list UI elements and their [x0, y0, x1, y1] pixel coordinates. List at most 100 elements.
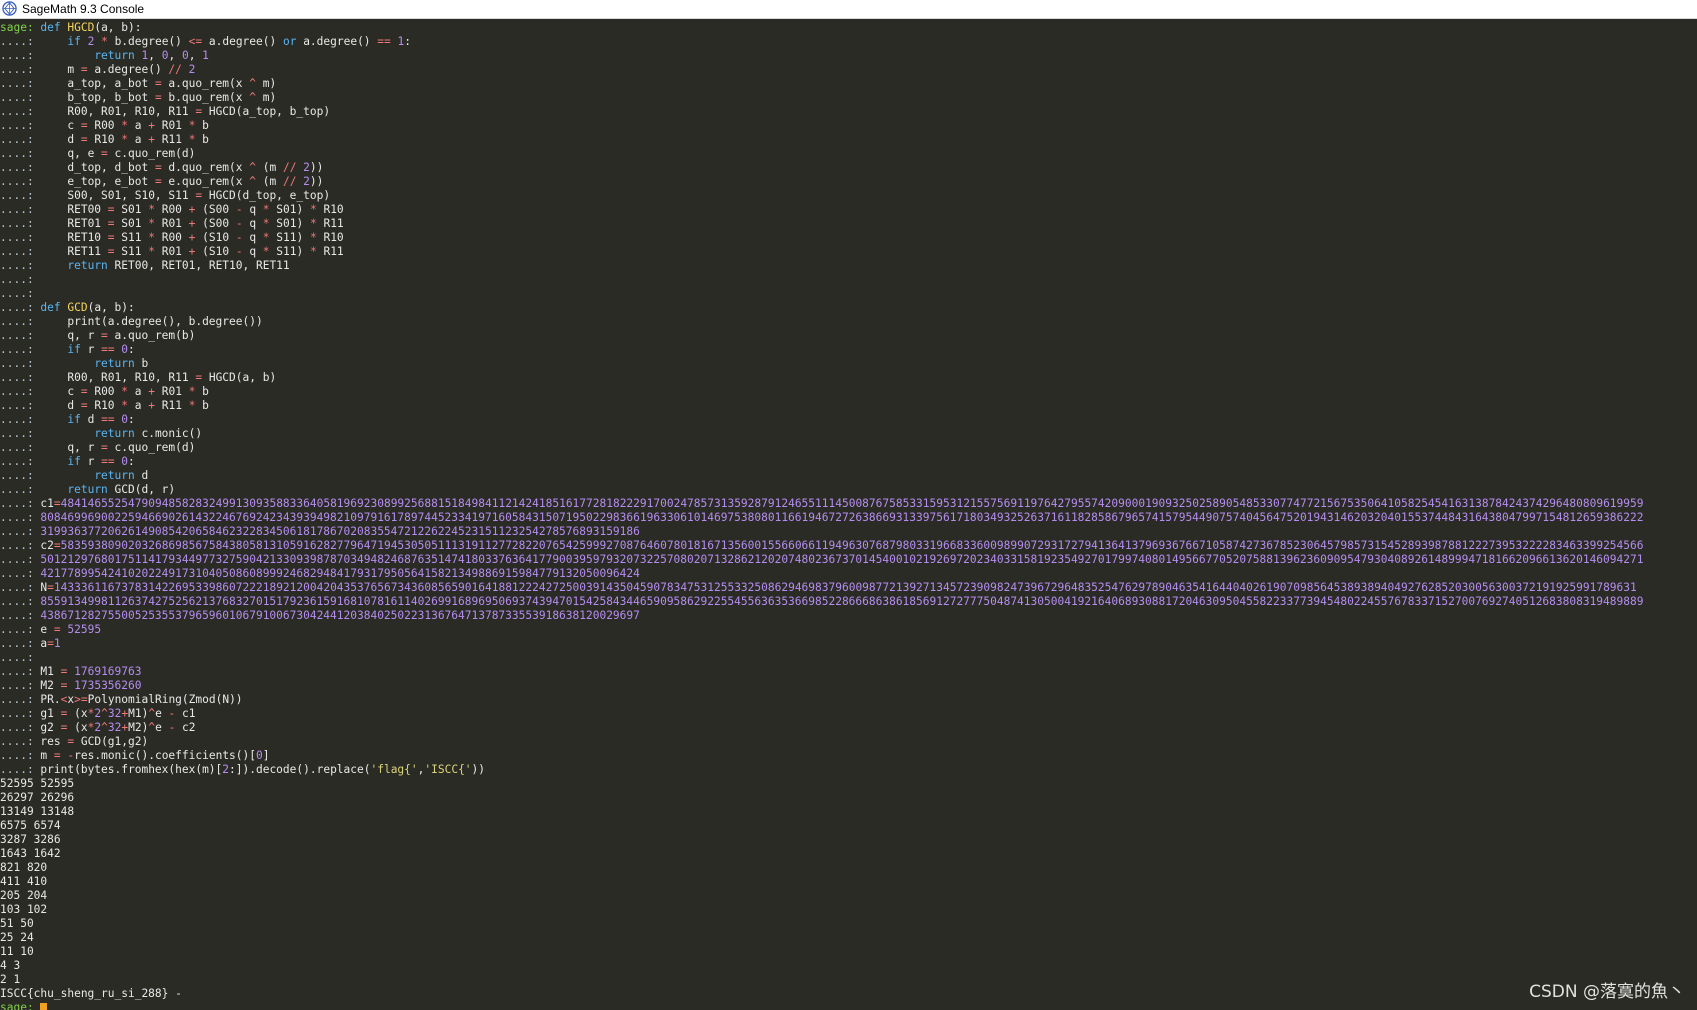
code-token: =: [107, 245, 122, 258]
code-token: S01: [121, 217, 149, 230]
code-token: )): [309, 175, 324, 188]
prompt-token: ....:: [0, 175, 41, 188]
code-line: ....:: [0, 273, 1697, 287]
code-token: S11): [276, 245, 310, 258]
code-token: def: [40, 301, 68, 314]
input-prompt-line[interactable]: sage:: [0, 1001, 1697, 1010]
code-token: (S00: [202, 203, 236, 216]
code-token: c.quo_rem(d): [114, 147, 196, 160]
code-token: R11: [161, 133, 189, 146]
code-line: ....:: [0, 287, 1697, 301]
code-token: c2: [40, 539, 54, 552]
code-token: S11): [276, 231, 310, 244]
code-token: =: [60, 721, 75, 734]
code-token: R10: [94, 133, 122, 146]
code-line: ....: e_top, e_bot = e.quo_rem(x ^ (m //…: [0, 175, 1697, 189]
code-line: ....: e = 52595: [0, 623, 1697, 637]
prompt-token: ....:: [0, 707, 41, 720]
prompt-token: ....:: [0, 259, 41, 272]
window-title-bar[interactable]: SageMath 9.3 Console: [0, 0, 1697, 19]
code-token: :]).decode().replace(: [229, 763, 371, 776]
code-token: c: [40, 385, 81, 398]
code-token: M2): [128, 721, 149, 734]
code-token: =: [80, 385, 95, 398]
code-token: ^: [249, 175, 263, 188]
code-line: ....: 4386712827550052535537965960106791…: [0, 609, 1697, 623]
code-token: c.quo_rem(d): [114, 441, 196, 454]
prompt-token: ....:: [0, 483, 41, 496]
code-token: r: [87, 455, 102, 468]
code-token: R00, R01, R10, R11: [40, 105, 196, 118]
code-token: *: [121, 119, 135, 132]
prompt-token: ....:: [0, 133, 41, 146]
code-token: ^: [101, 721, 108, 734]
prompt-token: ....:: [0, 679, 41, 692]
code-token: b: [202, 385, 209, 398]
output-line: 821 820: [0, 861, 48, 874]
output-line: 103 102: [0, 903, 48, 916]
code-line: ....: RET11 = S11 * R01 + (S10 - q * S11…: [0, 245, 1697, 259]
code-token: =: [67, 735, 81, 748]
code-token: ,: [168, 49, 182, 62]
code-token: HGCD(a, b): [208, 371, 277, 384]
code-token: return: [67, 483, 115, 496]
code-token: a: [134, 385, 149, 398]
code-token: ^: [249, 77, 263, 90]
code-token: a.degree(): [208, 35, 283, 48]
code-token: ^: [249, 91, 263, 104]
code-line: ....: if r == 0:: [0, 343, 1697, 357]
code-line: ....: return RET00, RET01, RET10, RET11: [0, 259, 1697, 273]
prompt-token: ....:: [0, 693, 41, 706]
code-token: 1: [53, 637, 61, 650]
code-token: return: [94, 469, 142, 482]
code-token: b.degree(): [114, 35, 189, 48]
code-token: R00: [94, 385, 122, 398]
code-token: R00: [161, 231, 189, 244]
code-token: RET01: [40, 217, 108, 230]
code-token: //: [282, 175, 304, 188]
code-token: =: [107, 231, 122, 244]
code-token: 8559134998112637427525621376832701517923…: [40, 595, 1644, 608]
code-token: *: [309, 245, 324, 258]
code-token: *: [188, 385, 203, 398]
code-token: M1: [40, 665, 61, 678]
prompt-token: ....:: [0, 469, 41, 482]
code-token: 4841465525479094858283249913093588336405…: [60, 497, 1644, 510]
code-token: def: [40, 21, 68, 34]
code-line: ....: N=14333611673783142269533986072221…: [0, 581, 1697, 595]
code-token: e: [40, 623, 54, 636]
code-token: a.quo_rem(b): [114, 329, 196, 342]
code-line: ....: return b: [0, 357, 1697, 371]
code-token: RET10: [40, 231, 108, 244]
code-token: m: [40, 749, 54, 762]
prompt-token: ....:: [0, 427, 41, 440]
code-token: *: [148, 203, 162, 216]
code-line: ....: 5012129768017511417934497732759042…: [0, 553, 1697, 567]
code-token: GCD(d, r): [114, 483, 176, 496]
console-output-area[interactable]: sage: def HGCD(a, b):....: if 2 * b.degr…: [0, 21, 1697, 1010]
code-token: PolynomialRing(Zmod(N)): [87, 693, 243, 706]
code-token: *: [121, 385, 135, 398]
code-token: )): [471, 763, 486, 776]
csdn-watermark: CSDN @落寞的魚丶: [1529, 982, 1685, 1002]
code-token: +: [148, 133, 162, 146]
code-token: GCD(g1,g2): [80, 735, 149, 748]
code-token: *: [148, 217, 162, 230]
code-token: -: [235, 231, 250, 244]
code-line: ....: 4217789954241020224917310405086089…: [0, 567, 1697, 581]
code-token: R11: [323, 217, 344, 230]
text-cursor[interactable]: [40, 1002, 48, 1010]
code-token: =: [154, 91, 169, 104]
code-token: 32: [107, 707, 122, 720]
prompt-token: ....:: [0, 245, 41, 258]
prompt-token: ....:: [0, 231, 41, 244]
code-token: m): [262, 91, 277, 104]
code-line: ....: M2 = 1735356260: [0, 679, 1697, 693]
code-token: =: [101, 147, 115, 160]
code-token: =: [47, 581, 54, 594]
code-token: +: [188, 231, 203, 244]
code-token: c.monic(): [141, 427, 203, 440]
prompt-token: ....:: [0, 567, 41, 580]
